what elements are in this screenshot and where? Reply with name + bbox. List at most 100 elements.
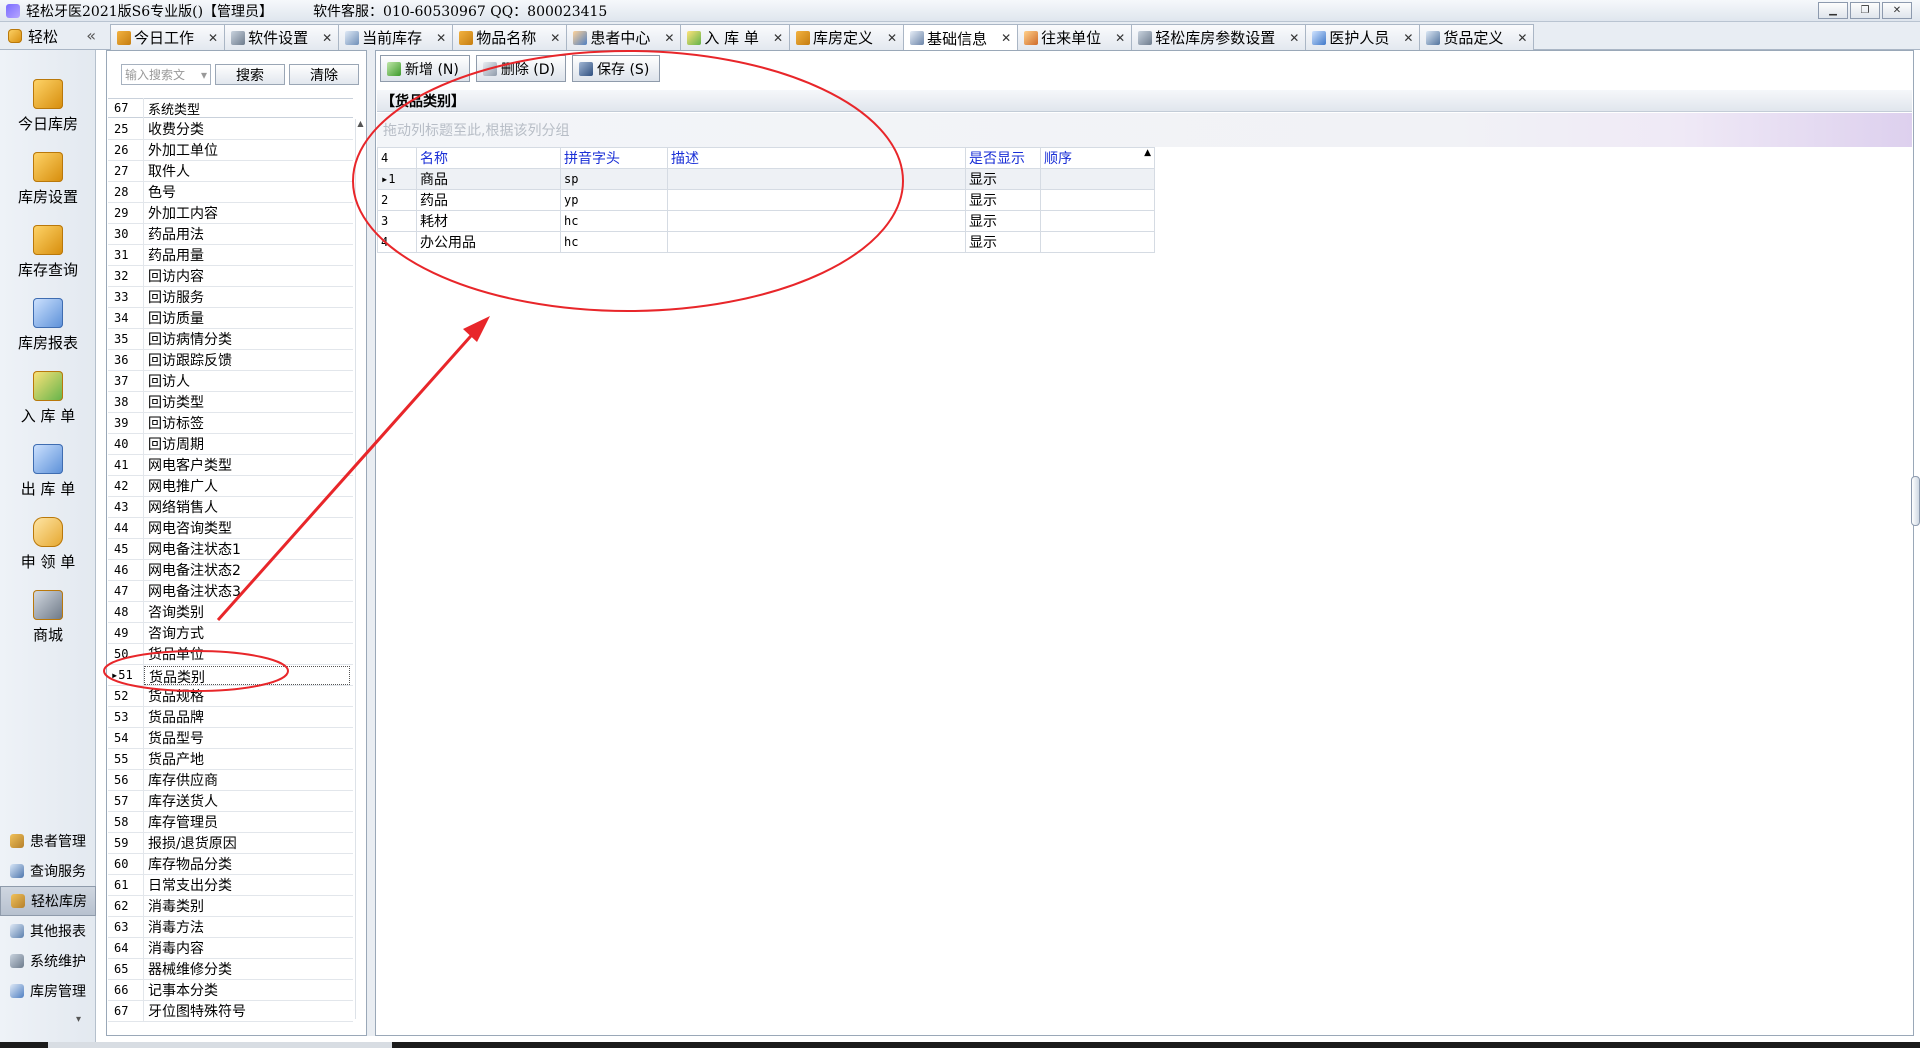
close-icon[interactable]: ✕ bbox=[208, 31, 218, 45]
list-item[interactable]: 48 咨询类别 bbox=[108, 601, 353, 623]
list-item[interactable]: 54 货品型号 bbox=[108, 727, 353, 749]
column-header-name[interactable]: 名称 bbox=[416, 147, 561, 169]
list-item[interactable]: 41 网电客户类型 bbox=[108, 454, 353, 476]
list-item[interactable]: 39 回访标签 bbox=[108, 412, 353, 434]
cell-description[interactable] bbox=[667, 189, 966, 211]
cell-order[interactable] bbox=[1040, 231, 1155, 253]
sidebar-item-inbound[interactable]: 入 库 单 bbox=[0, 362, 96, 435]
restore-button[interactable]: ❐ bbox=[1850, 2, 1880, 19]
list-item[interactable]: 45 网电备注状态1 bbox=[108, 538, 353, 560]
cell-name[interactable]: 商品 bbox=[416, 168, 561, 190]
module-other-reports[interactable]: 其他报表 bbox=[0, 916, 96, 946]
tab-software-settings[interactable]: 软件设置 ✕ bbox=[224, 24, 340, 50]
cell-pinyin[interactable]: hc bbox=[560, 210, 668, 232]
dropdown-arrow-icon[interactable]: ▾ bbox=[201, 68, 207, 82]
table-row[interactable]: 4 办公用品 hc 显示 bbox=[377, 231, 1155, 253]
tab-patient-center[interactable]: 患者中心 ✕ bbox=[566, 24, 682, 50]
list-item[interactable]: 42 网电推广人 bbox=[108, 475, 353, 497]
module-warehouse-management[interactable]: 库房管理 bbox=[0, 976, 96, 1006]
tab-current-stock[interactable]: 当前库存 ✕ bbox=[338, 24, 454, 50]
sidebar-item-mall[interactable]: 商城 bbox=[0, 581, 96, 654]
list-item[interactable]: 29 外加工内容 bbox=[108, 202, 353, 224]
tab-warehouse-definition[interactable]: 库房定义 ✕ bbox=[789, 24, 905, 50]
list-item[interactable]: 50 货品单位 bbox=[108, 643, 353, 665]
cell-description[interactable] bbox=[667, 231, 966, 253]
list-item[interactable]: 60 库存物品分类 bbox=[108, 853, 353, 875]
list-item[interactable]: 31 药品用量 bbox=[108, 244, 353, 266]
list-item[interactable]: 35 回访病情分类 bbox=[108, 328, 353, 350]
list-item[interactable]: 63 消毒方法 bbox=[108, 916, 353, 938]
close-window-button[interactable]: ✕ bbox=[1882, 2, 1912, 19]
cell-description[interactable] bbox=[667, 168, 966, 190]
list-item[interactable]: 56 库存供应商 bbox=[108, 769, 353, 791]
cell-order[interactable] bbox=[1040, 189, 1155, 211]
list-item[interactable]: 37 回访人 bbox=[108, 370, 353, 392]
tab-today-work[interactable]: 今日工作 ✕ bbox=[110, 24, 226, 50]
close-icon[interactable]: ✕ bbox=[1289, 31, 1299, 45]
chevron-down-icon[interactable]: ▾ bbox=[76, 1014, 81, 1025]
list-item[interactable]: 30 药品用法 bbox=[108, 223, 353, 245]
row-indicator[interactable]: 2 bbox=[377, 189, 417, 211]
add-button[interactable]: 新增 (N) bbox=[380, 55, 470, 82]
list-item[interactable]: 47 网电备注状态3 bbox=[108, 580, 353, 602]
module-system-maintenance[interactable]: 系统维护 bbox=[0, 946, 96, 976]
table-row[interactable]: 3 耗材 hc 显示 bbox=[377, 210, 1155, 232]
list-item[interactable]: ▸51 货品类别 bbox=[108, 664, 353, 686]
close-icon[interactable]: ✕ bbox=[1115, 31, 1125, 45]
close-icon[interactable]: ✕ bbox=[1517, 31, 1527, 45]
close-icon[interactable]: ✕ bbox=[1403, 31, 1413, 45]
list-item[interactable]: 49 咨询方式 bbox=[108, 622, 353, 644]
group-by-area[interactable]: 拖动列标题至此,根据该列分组 bbox=[377, 113, 1912, 147]
list-item[interactable]: 55 货品产地 bbox=[108, 748, 353, 770]
close-icon[interactable]: ✕ bbox=[550, 31, 560, 45]
list-item[interactable]: 62 消毒类别 bbox=[108, 895, 353, 917]
window-scroll-handle[interactable] bbox=[1911, 476, 1920, 526]
sidebar-item-warehouse-report[interactable]: 库房报表 bbox=[0, 289, 96, 362]
close-icon[interactable]: ✕ bbox=[436, 31, 446, 45]
sidebar-item-stock-query[interactable]: 库存查询 bbox=[0, 216, 96, 289]
row-indicator[interactable]: ▸1 bbox=[377, 168, 417, 190]
table-row[interactable]: ▸1 商品 sp 显示 bbox=[377, 168, 1155, 190]
column-header-order[interactable]: 顺序 ▲ bbox=[1040, 147, 1155, 169]
row-indicator[interactable]: 4 bbox=[377, 231, 417, 253]
cell-order[interactable] bbox=[1040, 210, 1155, 232]
tab-basic-info[interactable]: 基础信息 ✕ bbox=[903, 24, 1019, 51]
list-item[interactable]: 53 货品品牌 bbox=[108, 706, 353, 728]
save-button[interactable]: 保存 (S) bbox=[572, 55, 661, 82]
list-item[interactable]: 58 库存管理员 bbox=[108, 811, 353, 833]
list-item[interactable]: 25 收费分类 bbox=[108, 118, 353, 140]
list-item[interactable]: 32 回访内容 bbox=[108, 265, 353, 287]
close-icon[interactable]: ✕ bbox=[664, 31, 674, 45]
sidebar-item-outbound[interactable]: 出 库 单 bbox=[0, 435, 96, 508]
clear-button[interactable]: 清除 bbox=[289, 64, 359, 85]
sidebar-item-warehouse-settings[interactable]: 库房设置 bbox=[0, 143, 96, 216]
delete-button[interactable]: 删除 (D) bbox=[475, 55, 567, 82]
tab-item-names[interactable]: 物品名称 ✕ bbox=[452, 24, 568, 50]
list-item[interactable]: 46 网电备注状态2 bbox=[108, 559, 353, 581]
sidebar-item-requisition[interactable]: 申 领 单 bbox=[0, 508, 96, 581]
close-icon[interactable]: ✕ bbox=[1001, 31, 1011, 45]
search-input[interactable]: 输入搜索文 ▾ bbox=[121, 64, 211, 85]
module-query-service[interactable]: 查询服务 bbox=[0, 856, 96, 886]
list-item[interactable]: 43 网络销售人 bbox=[108, 496, 353, 518]
close-icon[interactable]: ✕ bbox=[773, 31, 783, 45]
tab-inbound-order[interactable]: 入 库 单 ✕ bbox=[680, 24, 790, 50]
tab-partners[interactable]: 往来单位 ✕ bbox=[1017, 24, 1133, 50]
list-item[interactable]: 36 回访跟踪反馈 bbox=[108, 349, 353, 371]
cell-name[interactable]: 耗材 bbox=[416, 210, 561, 232]
list-item[interactable]: 52 货品规格 bbox=[108, 685, 353, 707]
list-item[interactable]: 57 库存送货人 bbox=[108, 790, 353, 812]
list-item[interactable]: 27 取件人 bbox=[108, 160, 353, 182]
cell-pinyin[interactable]: hc bbox=[560, 231, 668, 253]
cell-visible[interactable]: 显示 bbox=[965, 231, 1041, 253]
list-item[interactable]: 34 回访质量 bbox=[108, 307, 353, 329]
collapse-chevron-icon[interactable]: « bbox=[86, 26, 96, 45]
list-item[interactable]: 28 色号 bbox=[108, 181, 353, 203]
list-item[interactable]: 38 回访类型 bbox=[108, 391, 353, 413]
panel-splitter[interactable] bbox=[367, 50, 375, 1036]
list-item[interactable]: 66 记事本分类 bbox=[108, 979, 353, 1001]
cell-visible[interactable]: 显示 bbox=[965, 189, 1041, 211]
close-icon[interactable]: ✕ bbox=[322, 31, 332, 45]
cell-pinyin[interactable]: sp bbox=[560, 168, 668, 190]
table-row[interactable]: 2 药品 yp 显示 bbox=[377, 189, 1155, 211]
